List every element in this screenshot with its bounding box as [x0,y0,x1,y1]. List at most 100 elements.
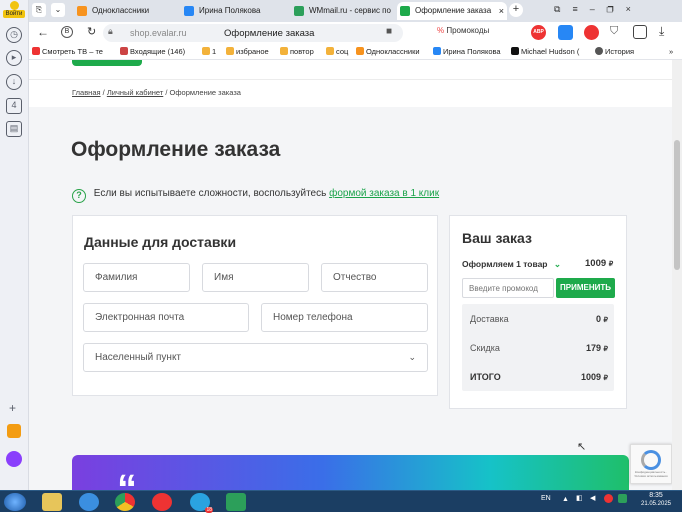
chevron-down-icon: ⌄ [553,259,561,269]
bookmark-folder-favorites[interactable]: избраное [226,46,269,58]
breadcrumb-sep: / [165,88,168,97]
bookmark-label: История [605,47,635,56]
reload-icon[interactable]: ↻ [87,25,96,38]
bookmark-folder-repeat[interactable]: повтор [280,46,314,58]
promo-label: Промокоды [446,26,490,35]
url-page-title: Оформление заказа [224,28,315,39]
download-tray-icon[interactable]: ⤓ [659,24,664,39]
minimize-icon[interactable]: – [590,4,607,14]
promo-button[interactable]: % Промокоды [437,26,489,35]
odnoklassniki-icon [356,47,364,55]
restore-icon[interactable]: ❐ [607,4,626,14]
recaptcha-badge[interactable]: Конфиденциальность · Условия использован… [630,444,672,484]
promo-banner[interactable]: “ [72,455,629,490]
quote-mark-icon: “ [117,467,137,490]
play-icon[interactable]: ▸ [6,50,22,66]
bookmark-vk[interactable]: Ирина Полякова [433,46,501,58]
chrome-icon[interactable] [115,493,135,511]
bookmarks-more-icon[interactable]: » [669,46,673,58]
page-content: Главная / Личный кабинет / Оформление за… [29,60,672,490]
yandex-browser-icon[interactable] [152,493,172,511]
bookmark-x[interactable]: Michael Hudson ( [511,46,579,58]
yandex-b-icon[interactable]: В [61,26,73,38]
one-click-order-link[interactable]: формой заказа в 1 клик [329,188,439,199]
download-icon[interactable]: ↓ [6,74,22,90]
breadcrumb: Главная / Личный кабинет / Оформление за… [72,88,241,97]
ie-icon[interactable] [79,493,99,511]
bookmark-folder-social[interactable]: соц [326,46,348,58]
translate-icon[interactable] [633,25,647,39]
menu-icon[interactable]: ≡ [572,4,589,14]
order-card: Ваш заказ Оформляем 1 товар ⌄ 1009 ₽ ПРИ… [449,215,627,409]
tabs-counter-icon[interactable]: 4 [6,98,22,114]
promo-code-input[interactable] [462,278,554,298]
extension-icon[interactable] [558,25,573,40]
tab-vk[interactable]: Ирина Полякова [181,2,286,20]
page-title: Оформление заказа [71,138,281,161]
tabs-overview-icon[interactable]: ⧉ [554,4,572,14]
add-icon[interactable]: + [9,401,16,415]
new-tab-button[interactable]: + [509,3,523,17]
tab-title: Ирина Полякова [199,6,261,15]
volume-icon[interactable]: ◀ [590,495,595,503]
tray-arrow-icon[interactable]: ▲ [562,496,569,504]
patronymic-field[interactable]: Отчество [321,263,428,292]
header-green-button-edge[interactable] [72,60,142,66]
folder-icon [202,47,210,55]
bookmark-label: Ирина Полякова [443,47,501,56]
avatar-icon [9,1,19,10]
start-button[interactable] [4,493,26,511]
page-scrollbar[interactable] [672,60,682,490]
explorer-icon[interactable] [42,493,62,511]
close-window-icon[interactable]: × [626,4,643,14]
tab-menu-icon[interactable]: ⎘ [32,3,46,17]
tray-app-icon[interactable] [618,494,627,503]
recaptcha-text: Конфиденциальность · Условия использован… [634,470,668,478]
bookmark-inbox[interactable]: Входящие (146) [120,46,185,58]
mail-icon[interactable] [7,424,21,438]
breadcrumb-cabinet[interactable]: Личный кабинет [107,88,163,97]
bookmark-history[interactable]: История [595,46,634,58]
order-items-toggle[interactable]: Оформляем 1 товар ⌄ [462,259,561,270]
url-field[interactable]: 🔒︎ shop.evalar.ru Оформление заказа ■ [103,24,403,42]
telegram-icon[interactable]: 18 [190,493,213,513]
alice-icon[interactable] [6,451,22,467]
network-icon[interactable]: ◧ [576,495,583,503]
clock[interactable]: 8:35 21.05.2025 [638,492,674,508]
history-icon[interactable]: ◷ [6,27,22,43]
adblock-icon[interactable]: ABP [531,25,546,40]
vk-icon [184,6,194,16]
last-name-field[interactable]: Фамилия [83,263,190,292]
tab-list-icon[interactable]: ⌄ [51,3,65,17]
bookmark-folder-1[interactable]: 1 [202,46,216,58]
tab-odnoklassniki[interactable]: Одноклассники [74,2,179,20]
first-name-field[interactable]: Имя [202,263,309,292]
city-select-label: Населенный пункт [95,352,182,363]
bookmark-icon[interactable]: ■ [386,26,392,37]
apply-promo-button[interactable]: ПРИМЕНИТЬ [556,278,615,298]
shield-icon[interactable]: ⛉ [610,25,618,38]
order-title: Ваш заказ [462,230,532,246]
phone-field[interactable]: Номер телефона [261,303,428,332]
tab-bar: ⎘ ⌄ Одноклассники Ирина Полякова WMmail.… [29,0,682,22]
city-select[interactable]: Населенный пункт ⌄ [83,343,428,372]
tab-evalar[interactable]: Оформление заказа × [397,2,507,20]
back-icon[interactable]: ← [37,25,49,39]
breadcrumb-current: Оформление заказа [169,88,241,97]
summary-row-delivery: Доставка 0 ₽ [462,314,614,324]
close-tab-icon[interactable]: × [499,2,504,20]
collections-icon[interactable]: ▤ [6,121,22,137]
currency-sign: ₽ [608,261,614,268]
breadcrumb-home[interactable]: Главная [72,88,101,97]
bookmark-odnoklassniki[interactable]: Одноклассники [356,46,420,58]
pinterest-icon[interactable] [584,25,599,40]
folder-icon [326,47,334,55]
app-icon[interactable] [226,493,246,511]
login-button[interactable]: Войти [3,1,25,20]
language-indicator[interactable]: EN [541,495,551,503]
email-field[interactable]: Электронная почта [83,303,249,332]
tab-wmmail[interactable]: WMmail.ru - сервис по [291,2,391,20]
notify-icon[interactable] [604,494,613,503]
scrollbar-thumb[interactable] [674,140,680,270]
bookmark-tv[interactable]: Смотреть ТВ – те [32,46,103,58]
